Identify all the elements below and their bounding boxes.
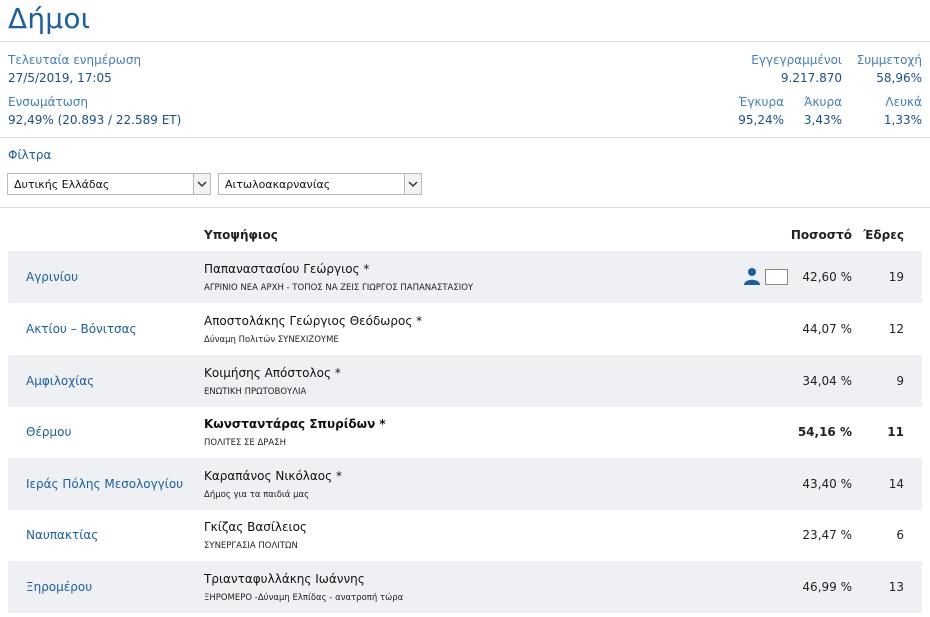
registered-label: Εγγεγραμμένοι [751, 53, 842, 67]
photo-placeholder-icon[interactable] [765, 269, 788, 285]
seats-value: 11 [887, 425, 904, 439]
percent-value: 43,40 % [802, 477, 852, 491]
candidate-name: Κωνσταντάρας Σπυρίδων * [204, 417, 386, 431]
person-icon[interactable] [743, 267, 761, 285]
table-row[interactable]: Ακτίου – Βόνιτσας Αποστολάκης Γεώργιος Θ… [8, 303, 922, 355]
valid-label: Έγκυρα [738, 95, 784, 109]
divider [0, 207, 930, 208]
header-seats: Έδρες [863, 228, 904, 242]
last-update-value: 27/5/2019, 17:05 [8, 71, 112, 85]
blank-value: 1,33% [883, 113, 922, 127]
seats-value: 6 [896, 528, 904, 542]
candidate-name: Παπαναστασίου Γεώργιος * [204, 262, 370, 276]
table-row[interactable]: Ιεράς Πόλης Μεσολογγίου Καραπάνος Νικόλα… [8, 458, 922, 510]
seats-value: 14 [888, 477, 904, 491]
percent-value: 54,16 % [797, 425, 852, 439]
seats-value: 12 [888, 322, 904, 336]
municipality-link[interactable]: Ακτίου – Βόνιτσας [26, 322, 137, 336]
header-percent: Ποσοστό [790, 228, 852, 242]
valid-value: 95,24% [738, 113, 784, 127]
municipality-link[interactable]: Ξηρομέρου [26, 580, 92, 594]
candidate-name: Καραπάνος Νικόλαος * [204, 469, 343, 483]
seats-value: 19 [888, 270, 904, 284]
party-name: Δύναμη Πολιτών ΣΥΝΕΧΙΖΟΥΜΕ [204, 335, 339, 345]
municipality-link[interactable]: Ναυπακτίας [26, 528, 98, 542]
party-name: ΣΥΝΕΡΓΑΣΙΑ ΠΟΛΙΤΩΝ [204, 541, 298, 551]
region-select-value: Δυτικής Ελλάδας [14, 178, 110, 191]
municipality-link[interactable]: Ιεράς Πόλης Μεσολογγίου [26, 477, 183, 491]
party-name: ΑΓΡΙΝΙΟ ΝΕΑ ΑΡΧΗ - ΤΟΠΟΣ ΝΑ ΖΕΙΣ ΓΙΩΡΓΟΣ… [204, 283, 474, 293]
divider [0, 137, 930, 138]
candidate-name: Τριανταφυλλάκης Ιωάννης [204, 572, 365, 586]
party-name: Δήμος για τα παιδιά μας [204, 490, 310, 500]
unit-select[interactable]: Αιτωλοακαρνανίας [218, 173, 422, 195]
page-title: Δήμοι [8, 2, 91, 35]
percent-value: 42,60 % [802, 270, 852, 284]
percent-value: 23,47 % [802, 528, 852, 542]
invalid-label: Άκυρα [804, 95, 842, 109]
party-name: ΞΗΡΟΜΕΡΟ -Δύναμη Ελπίδας - ανατροπή τώρα [204, 593, 404, 603]
integration-label: Ενσωμάτωση [8, 95, 88, 109]
percent-value: 46,99 % [802, 580, 852, 594]
region-select[interactable]: Δυτικής Ελλάδας [7, 173, 211, 195]
candidate-name: Αποστολάκης Γεώργιος Θεόδωρος * [204, 314, 423, 328]
integration-value: 92,49% (20.893 / 22.589 ΕΤ) [8, 113, 182, 127]
municipality-link[interactable]: Αγρινίου [26, 270, 78, 284]
party-name: ΕΝΩΤΙΚΗ ΠΡΩΤΟΒΟΥΛΙΑ [204, 387, 307, 397]
municipality-link[interactable]: Θέρμου [26, 425, 71, 439]
candidate-name: Κοιμήσης Απόστολος * [204, 366, 341, 380]
turnout-label: Συμμετοχή [856, 53, 922, 67]
seats-value: 13 [888, 580, 904, 594]
header-candidate: Υποψήφιος [204, 228, 278, 242]
percent-value: 34,04 % [802, 374, 852, 388]
invalid-value: 3,43% [803, 113, 842, 127]
blank-label: Λευκά [885, 95, 922, 109]
table-row[interactable]: Ναυπακτίας Γκίζας Βασίλειος ΣΥΝΕΡΓΑΣΙΑ Π… [8, 509, 922, 561]
party-name: ΠΟΛΙΤΕΣ ΣΕ ΔΡΑΣΗ [204, 438, 286, 448]
table-row[interactable]: Αμφιλοχίας Κοιμήσης Απόστολος * ΕΝΩΤΙΚΗ … [8, 355, 922, 407]
last-update-label: Τελευταία ενημέρωση [8, 53, 142, 67]
table-row[interactable]: Αγρινίου Παπαναστασίου Γεώργιος * ΑΓΡΙΝΙ… [8, 251, 922, 303]
table-row[interactable]: Ξηρομέρου Τριανταφυλλάκης Ιωάννης ΞΗΡΟΜΕ… [8, 561, 922, 613]
chevron-down-icon[interactable] [193, 174, 210, 194]
candidate-name: Γκίζας Βασίλειος [204, 520, 307, 534]
municipality-link[interactable]: Αμφιλοχίας [26, 374, 94, 388]
turnout-value: 58,96% [876, 71, 922, 85]
divider [0, 41, 930, 42]
seats-value: 9 [896, 374, 904, 388]
unit-select-value: Αιτωλοακαρνανίας [225, 178, 331, 191]
percent-value: 44,07 % [802, 322, 852, 336]
table-row[interactable]: Θέρμου Κωνσταντάρας Σπυρίδων * ΠΟΛΙΤΕΣ Σ… [8, 406, 922, 458]
registered-value: 9.217.870 [780, 71, 842, 85]
filters-title: Φίλτρα [8, 148, 52, 162]
chevron-down-icon[interactable] [404, 174, 421, 194]
